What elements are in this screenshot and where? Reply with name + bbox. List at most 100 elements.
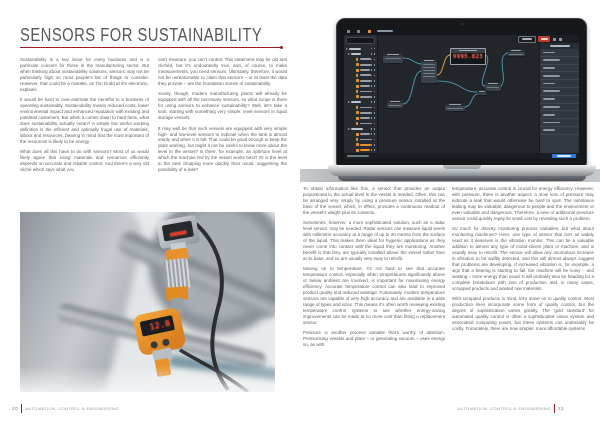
tree-row-label xyxy=(349,48,361,50)
tree-row-label xyxy=(360,133,370,135)
tree-row-label xyxy=(360,80,371,82)
footer-divider xyxy=(21,404,22,413)
palette-item xyxy=(540,65,579,73)
channel-icon xyxy=(356,74,358,77)
tree-row-label xyxy=(360,123,371,125)
channel-icon xyxy=(356,138,358,141)
channel-icon xyxy=(356,106,358,109)
tree-row-label xyxy=(360,107,371,109)
tree-row-checks xyxy=(371,117,377,119)
channel-icon xyxy=(356,95,359,98)
channel-icon xyxy=(356,117,359,120)
channel-sidebar xyxy=(344,35,378,153)
tree-row-checks xyxy=(371,139,377,141)
photo-cables xyxy=(20,212,275,392)
left-column-1: Sustainability is a key issue for every … xyxy=(20,57,149,178)
footer-text: AUTOMATION, CONTROL & ENGINEERING xyxy=(457,406,550,411)
node-small xyxy=(477,90,487,95)
left-column-2: can't measure, you can't control. This s… xyxy=(158,57,287,178)
tree-row-label xyxy=(360,85,370,87)
tree-row-checks xyxy=(371,123,377,125)
palette-list xyxy=(540,49,579,135)
node-title xyxy=(459,50,478,51)
paragraph: Sometimes, however, a more sophisticated… xyxy=(303,220,445,262)
left-page-footer: 20 AUTOMATION, CONTROL & ENGINEERING xyxy=(12,404,119,413)
tree-row-checks xyxy=(371,75,377,77)
flow-software-screen: 9995.823 xyxy=(344,27,579,159)
tree-row-label xyxy=(360,64,371,66)
palette-item xyxy=(540,119,579,127)
tree-row-checks xyxy=(371,133,377,135)
tree-row-label xyxy=(360,74,371,76)
paragraph: Surely, though, modern manufacturing pla… xyxy=(158,91,287,121)
node-source xyxy=(387,100,403,108)
tree-row-checks xyxy=(371,69,377,71)
counter-box xyxy=(518,36,536,43)
magazine-spread: SENSORS FOR SUSTAINABILITY Sustainabilit… xyxy=(0,0,600,424)
channel-icon xyxy=(356,122,358,125)
right-page: 9995.823 xyxy=(298,0,600,424)
sensor-head-led xyxy=(170,231,186,236)
node-palette-panel xyxy=(539,43,579,153)
tree-row-label xyxy=(360,112,371,114)
add-icon xyxy=(553,38,556,41)
page-number: 20 xyxy=(12,406,18,411)
project-icon xyxy=(368,30,371,33)
tree-row-label xyxy=(360,91,371,93)
laptop-deck xyxy=(328,165,596,176)
status-text-smudge xyxy=(347,155,369,157)
underline-end-dot xyxy=(280,46,283,49)
tree-row-label xyxy=(351,53,361,55)
node-title xyxy=(479,91,485,92)
tree-row-label xyxy=(360,139,371,141)
app-toolbar xyxy=(344,27,579,35)
paragraph: So much for directly monitoring process … xyxy=(452,226,594,291)
laptop-bezel: 9995.823 xyxy=(336,18,587,166)
tree-row-checks xyxy=(371,85,377,87)
palette-item xyxy=(540,88,579,96)
flow-sensor-display: 12.8 xyxy=(140,315,175,337)
paragraph: can't measure, you can't control. This s… xyxy=(158,57,287,87)
laptop: 9995.823 xyxy=(336,18,588,182)
display-value: 9995.823 xyxy=(451,53,485,62)
paragraph: Sustainability is a key issue for every … xyxy=(20,57,149,93)
node-title xyxy=(488,83,498,84)
tree-row-checks xyxy=(371,144,377,146)
node-compare xyxy=(485,82,501,91)
node-input xyxy=(383,53,403,63)
sidebar-search-input xyxy=(346,37,375,44)
sensor-photo: 12.8 xyxy=(20,212,275,392)
left-page: SENSORS FOR SUSTAINABILITY Sustainabilit… xyxy=(0,0,298,424)
palette-item xyxy=(540,96,579,104)
palette-item xyxy=(540,80,579,88)
page-title: SENSORS FOR SUSTAINABILITY xyxy=(20,25,262,46)
channel-tree xyxy=(344,46,377,153)
title-underline xyxy=(20,47,282,48)
channel-icon xyxy=(356,133,359,136)
channel-icon xyxy=(356,149,359,152)
settings-icon xyxy=(559,38,562,41)
footer-divider xyxy=(554,404,555,413)
channel-icon xyxy=(356,63,359,66)
tree-row-checks xyxy=(371,107,377,109)
tree-row-checks xyxy=(371,149,377,151)
channel-icon xyxy=(356,58,358,61)
channel-icon xyxy=(356,85,359,88)
footer-text: AUTOMATION, CONTROL & ENGINEERING xyxy=(25,406,118,411)
channel-icon xyxy=(356,79,359,82)
back-icon xyxy=(357,30,360,33)
tree-row-checks xyxy=(371,48,377,50)
photo-fade xyxy=(20,366,275,392)
counter-value xyxy=(522,38,532,40)
tree-row-checks xyxy=(371,91,377,93)
tree-row-label xyxy=(360,149,370,151)
palette-item xyxy=(540,57,579,65)
run-controls xyxy=(516,35,579,43)
paragraph: Moving on to temperature, it's not hard … xyxy=(303,266,445,325)
palette-item xyxy=(540,127,579,135)
project-name-label xyxy=(377,30,393,32)
record-button xyxy=(538,36,550,42)
webcam-dot xyxy=(461,23,463,25)
tree-row-checks xyxy=(371,59,377,61)
node-output xyxy=(507,49,525,56)
